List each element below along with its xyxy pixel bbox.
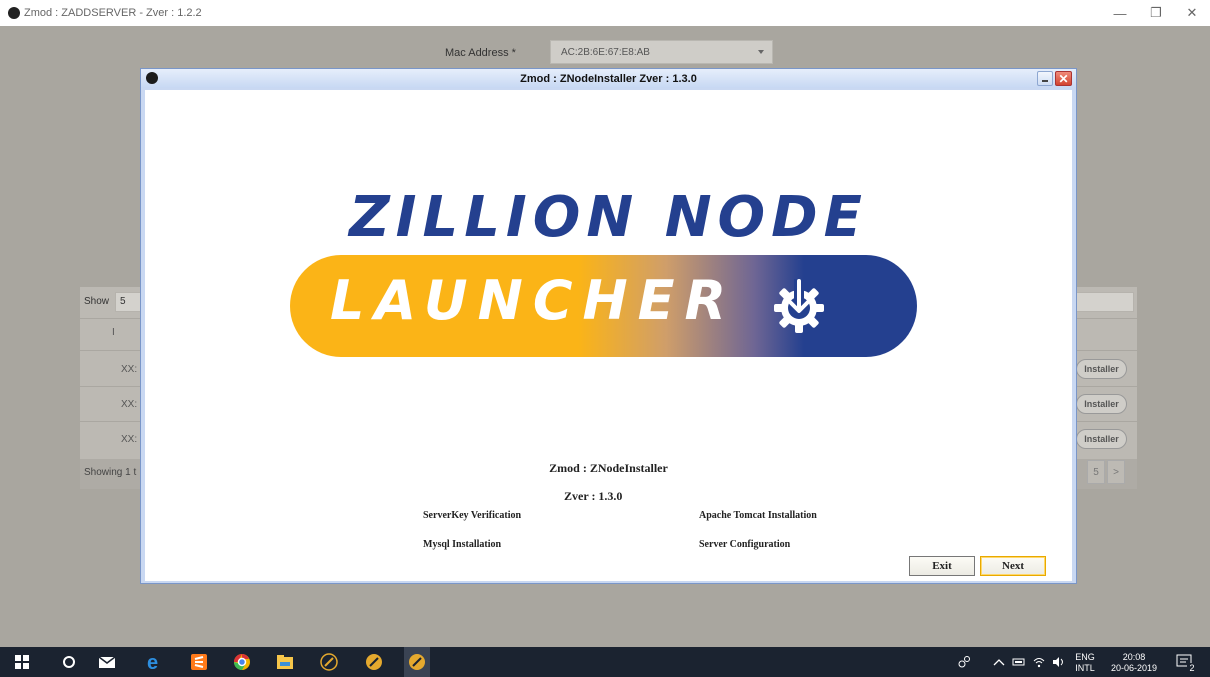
minimize-button[interactable]: — bbox=[1102, 0, 1138, 26]
minimize-icon bbox=[1042, 80, 1048, 82]
logo-launcher-text: LAUNCHER bbox=[330, 269, 737, 332]
dialog-close-button[interactable]: ✕ bbox=[1055, 71, 1072, 86]
chevron-up-icon[interactable] bbox=[990, 653, 1008, 671]
mail-icon[interactable] bbox=[98, 653, 116, 671]
main-window-title: Zmod : ZADDSERVER - Zver : 1.2.2 bbox=[24, 7, 202, 19]
mac-address-label: Mac Address * bbox=[445, 47, 516, 59]
dialog-title: Zmod : ZNodeInstaller Zver : 1.3.0 bbox=[520, 72, 697, 85]
logo-title-line: ZILLION NODE bbox=[349, 185, 868, 250]
installer-button[interactable]: Installer bbox=[1076, 394, 1127, 414]
dialog-minimize-button[interactable] bbox=[1037, 71, 1053, 86]
zmod-app-icon bbox=[8, 7, 20, 19]
file-explorer-icon[interactable] bbox=[276, 653, 294, 671]
installer-button[interactable]: Installer bbox=[1076, 429, 1127, 449]
installer-button[interactable]: Installer bbox=[1076, 359, 1127, 379]
people-icon[interactable] bbox=[955, 653, 973, 671]
installer-dialog: Zmod : ZNodeInstaller Zver : 1.3.0 ✕ ZIL… bbox=[140, 68, 1077, 584]
restore-button[interactable]: ❐ bbox=[1138, 0, 1174, 26]
wifi-icon[interactable] bbox=[1030, 653, 1048, 671]
language-indicator[interactable]: ENG bbox=[1070, 652, 1100, 662]
table-cell: XX: bbox=[121, 434, 138, 445]
showing-entries-text: Showing 1 t bbox=[84, 467, 137, 478]
exit-button[interactable]: Exit bbox=[909, 556, 975, 576]
show-entries-label: Show bbox=[84, 296, 110, 307]
installer-name: Zmod : ZNodeInstaller bbox=[549, 461, 668, 475]
svg-text:e: e bbox=[147, 653, 158, 671]
step-mysql-installation: Mysql Installation bbox=[423, 539, 502, 550]
pagination-next[interactable]: > bbox=[1107, 460, 1125, 484]
dialog-body: ZILLION NODE LAUNCHER Zmod: ZNodeInstal… bbox=[145, 90, 1072, 581]
table-cell: XX: bbox=[121, 364, 138, 375]
main-titlebar: Zmod : ZADDSERVER - Zver : 1.2.2 — ❐ ✕ bbox=[0, 0, 1210, 26]
clock-date[interactable]: 20-06-2019 bbox=[1107, 663, 1161, 673]
installer-version: Zver : 1.3.0 bbox=[564, 489, 623, 503]
battery-icon[interactable] bbox=[1010, 653, 1028, 671]
dialog-titlebar: Zmod : ZNodeInstaller Zver : 1.3.0 ✕ bbox=[141, 69, 1076, 88]
sublime-icon[interactable] bbox=[190, 653, 208, 671]
notification-count: 2 bbox=[1187, 663, 1197, 673]
cortana-search-icon[interactable] bbox=[60, 653, 78, 671]
mac-address-select[interactable]: AC:2B:6E:67:E8:AB bbox=[550, 40, 773, 64]
chevron-down-icon bbox=[758, 50, 764, 54]
step-serverkey-verification: ServerKey Verification bbox=[423, 510, 522, 521]
close-button[interactable]: ✕ bbox=[1174, 0, 1210, 26]
windows-start-icon[interactable] bbox=[13, 653, 31, 671]
table-search-input[interactable] bbox=[1075, 292, 1134, 312]
clock-time[interactable]: 20:08 bbox=[1107, 652, 1161, 662]
zmod-app-icon[interactable] bbox=[320, 653, 338, 671]
logo-banner: LAUNCHER bbox=[290, 255, 917, 357]
edge-icon[interactable]: e bbox=[146, 653, 164, 671]
step-server-configuration: Server Configuration bbox=[699, 539, 791, 550]
next-button[interactable]: Next bbox=[980, 556, 1046, 576]
taskbar: e ENG INTL 20:08 20-06-2019 2 bbox=[0, 647, 1210, 677]
volume-icon[interactable] bbox=[1050, 653, 1068, 671]
mac-address-value: AC:2B:6E:67:E8:AB bbox=[561, 46, 650, 58]
keyboard-indicator[interactable]: INTL bbox=[1070, 663, 1100, 673]
pagination-page[interactable]: 5 bbox=[1087, 460, 1105, 484]
window-controls: — ❐ ✕ bbox=[1102, 0, 1210, 26]
table-header-cell: I bbox=[112, 327, 115, 338]
zmod-app-icon[interactable] bbox=[404, 647, 430, 677]
gear-download-icon bbox=[774, 279, 824, 333]
zmod-app-icon bbox=[146, 72, 158, 84]
table-cell: XX: bbox=[121, 399, 138, 410]
chrome-icon[interactable] bbox=[233, 653, 251, 671]
zmod-app-icon[interactable] bbox=[365, 653, 383, 671]
step-tomcat-installation: Apache Tomcat Installation bbox=[699, 510, 817, 521]
